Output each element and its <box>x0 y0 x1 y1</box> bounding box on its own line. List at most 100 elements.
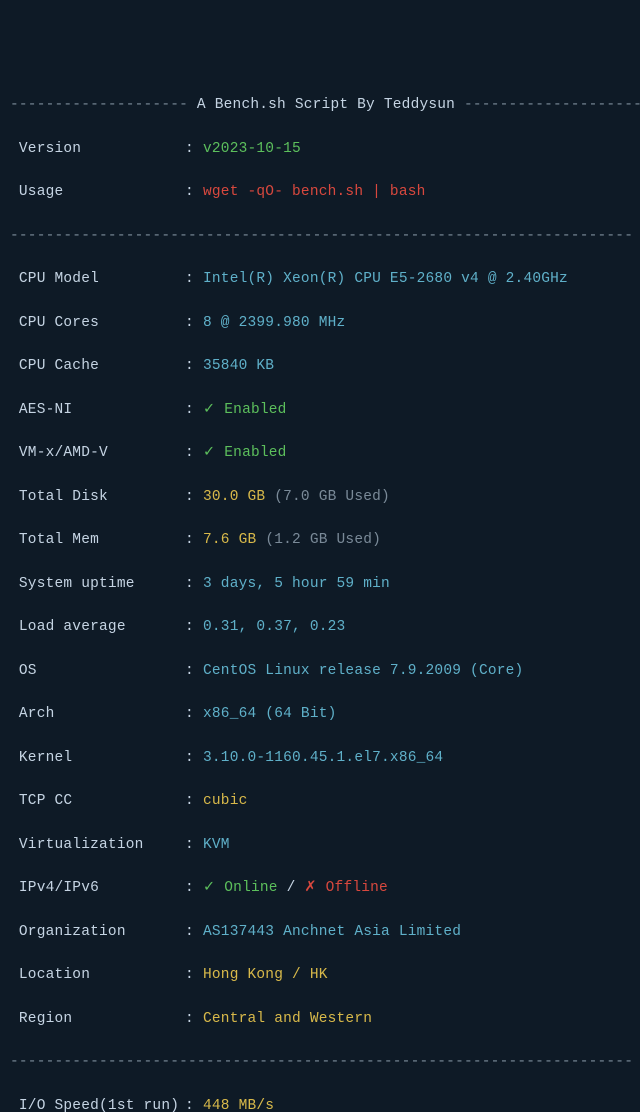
row-uptime: System uptime:3 days, 5 hour 59 min <box>10 574 630 596</box>
row-io1: I/O Speed(1st run):448 MB/s <box>10 1096 630 1112</box>
mem-used: (1.2 GB Used) <box>256 532 381 548</box>
value-ipv: ✓ Online / ✗ Offline <box>203 878 630 900</box>
value-io1: 448 MB/s <box>203 1096 630 1112</box>
label-usage: Usage <box>10 182 185 204</box>
ipv6-offline: Offline <box>317 880 388 896</box>
value-loadavg: 0.31, 0.37, 0.23 <box>203 617 630 639</box>
row-org: Organization:AS137443 Anchnet Asia Limit… <box>10 922 630 944</box>
colon: : <box>185 617 203 639</box>
value-os: CentOS Linux release 7.9.2009 (Core) <box>203 661 630 683</box>
row-location: Location:Hong Kong / HK <box>10 965 630 987</box>
label-vmx: VM-x/AMD-V <box>10 443 185 465</box>
label-os: OS <box>10 661 185 683</box>
value-aesni: ✓ Enabled <box>203 400 630 422</box>
value-arch: x86_64 (64 Bit) <box>203 704 630 726</box>
colon: : <box>185 139 203 161</box>
label-version: Version <box>10 139 185 161</box>
label-total-mem: Total Mem <box>10 530 185 552</box>
row-usage: Usage:wget -qO- bench.sh | bash <box>10 182 630 204</box>
divider: ----------------------------------------… <box>10 226 630 248</box>
row-kernel: Kernel:3.10.0-1160.45.1.el7.x86_64 <box>10 748 630 770</box>
value-location: Hong Kong / HK <box>203 965 630 987</box>
colon: : <box>185 661 203 683</box>
check-icon: ✓ <box>203 880 215 896</box>
row-arch: Arch:x86_64 (64 Bit) <box>10 704 630 726</box>
header-line: -------------------- A Bench.sh Script B… <box>10 95 630 117</box>
colon: : <box>185 487 203 509</box>
label-cpu-model: CPU Model <box>10 269 185 291</box>
disk-total: 30.0 GB <box>203 489 265 505</box>
colon: : <box>185 878 203 900</box>
colon: : <box>185 530 203 552</box>
value-org: AS137443 Anchnet Asia Limited <box>203 922 630 944</box>
colon: : <box>185 922 203 944</box>
vmx-status: Enabled <box>215 445 286 461</box>
row-total-mem: Total Mem:7.6 GB (1.2 GB Used) <box>10 530 630 552</box>
label-ipv: IPv4/IPv6 <box>10 878 185 900</box>
label-location: Location <box>10 965 185 987</box>
colon: : <box>185 574 203 596</box>
row-virt: Virtualization:KVM <box>10 835 630 857</box>
label-cpu-cores: CPU Cores <box>10 313 185 335</box>
header-title: A Bench.sh Script By Teddysun <box>188 95 464 117</box>
value-uptime: 3 days, 5 hour 59 min <box>203 574 630 596</box>
ipv-sep: / <box>278 880 305 896</box>
label-aesni: AES-NI <box>10 400 185 422</box>
disk-used: (7.0 GB Used) <box>265 489 390 505</box>
label-virt: Virtualization <box>10 835 185 857</box>
label-total-disk: Total Disk <box>10 487 185 509</box>
dash-left: -------------------- <box>10 95 188 117</box>
label-region: Region <box>10 1009 185 1031</box>
colon: : <box>185 791 203 813</box>
value-cpu-cache: 35840 KB <box>203 356 630 378</box>
divider: ----------------------------------------… <box>10 1052 630 1074</box>
value-total-disk: 30.0 GB (7.0 GB Used) <box>203 487 630 509</box>
colon: : <box>185 356 203 378</box>
row-cpu-cores: CPU Cores:8 @ 2399.980 MHz <box>10 313 630 335</box>
row-version: Version:v2023-10-15 <box>10 139 630 161</box>
row-loadavg: Load average:0.31, 0.37, 0.23 <box>10 617 630 639</box>
row-os: OS:CentOS Linux release 7.9.2009 (Core) <box>10 661 630 683</box>
colon: : <box>185 1096 203 1112</box>
value-cpu-model: Intel(R) Xeon(R) CPU E5-2680 v4 @ 2.40GH… <box>203 269 630 291</box>
value-version: v2023-10-15 <box>203 139 630 161</box>
row-region: Region:Central and Western <box>10 1009 630 1031</box>
cross-icon: ✗ <box>304 880 316 896</box>
colon: : <box>185 443 203 465</box>
colon: : <box>185 269 203 291</box>
value-region: Central and Western <box>203 1009 630 1031</box>
label-tcp-cc: TCP CC <box>10 791 185 813</box>
check-icon: ✓ <box>203 402 215 418</box>
row-aesni: AES-NI:✓ Enabled <box>10 400 630 422</box>
check-icon: ✓ <box>203 445 215 461</box>
value-tcp-cc: cubic <box>203 791 630 813</box>
value-vmx: ✓ Enabled <box>203 443 630 465</box>
colon: : <box>185 400 203 422</box>
aesni-status: Enabled <box>215 402 286 418</box>
value-usage: wget -qO- bench.sh | bash <box>203 182 630 204</box>
colon: : <box>185 313 203 335</box>
value-kernel: 3.10.0-1160.45.1.el7.x86_64 <box>203 748 630 770</box>
ipv4-online: Online <box>215 880 277 896</box>
colon: : <box>185 1009 203 1031</box>
label-io1: I/O Speed(1st run) <box>10 1096 185 1112</box>
colon: : <box>185 748 203 770</box>
colon: : <box>185 965 203 987</box>
row-cpu-model: CPU Model:Intel(R) Xeon(R) CPU E5-2680 v… <box>10 269 630 291</box>
row-total-disk: Total Disk:30.0 GB (7.0 GB Used) <box>10 487 630 509</box>
colon: : <box>185 704 203 726</box>
label-uptime: System uptime <box>10 574 185 596</box>
dash-right: -------------------- <box>464 95 640 117</box>
colon: : <box>185 835 203 857</box>
mem-total: 7.6 GB <box>203 532 256 548</box>
value-total-mem: 7.6 GB (1.2 GB Used) <box>203 530 630 552</box>
label-cpu-cache: CPU Cache <box>10 356 185 378</box>
row-tcp-cc: TCP CC:cubic <box>10 791 630 813</box>
value-virt: KVM <box>203 835 630 857</box>
row-vmx: VM-x/AMD-V:✓ Enabled <box>10 443 630 465</box>
label-kernel: Kernel <box>10 748 185 770</box>
label-org: Organization <box>10 922 185 944</box>
row-ipv: IPv4/IPv6:✓ Online / ✗ Offline <box>10 878 630 900</box>
label-arch: Arch <box>10 704 185 726</box>
row-cpu-cache: CPU Cache:35840 KB <box>10 356 630 378</box>
